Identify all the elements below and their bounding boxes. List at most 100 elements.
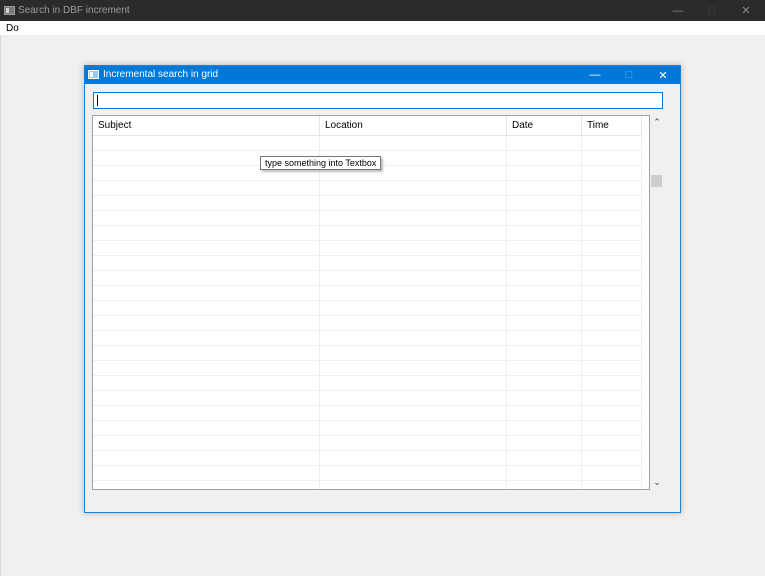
table-cell[interactable]: [93, 181, 320, 196]
table-cell[interactable]: [93, 241, 320, 256]
table-cell[interactable]: [507, 241, 582, 256]
table-cell[interactable]: [507, 136, 582, 151]
column-header-subject[interactable]: Subject: [93, 116, 320, 136]
table-cell[interactable]: [582, 211, 642, 226]
table-cell[interactable]: [320, 271, 507, 286]
table-row[interactable]: [93, 481, 642, 489]
table-cell[interactable]: [507, 391, 582, 406]
table-cell[interactable]: [320, 181, 507, 196]
table-row[interactable]: [93, 361, 642, 376]
table-cell[interactable]: [582, 481, 642, 489]
chevron-down-icon[interactable]: ⌄: [650, 475, 664, 489]
table-row[interactable]: [93, 376, 642, 391]
table-cell[interactable]: [582, 451, 642, 466]
table-cell[interactable]: [320, 211, 507, 226]
table-cell[interactable]: [93, 271, 320, 286]
table-cell[interactable]: [582, 136, 642, 151]
table-cell[interactable]: [507, 361, 582, 376]
table-cell[interactable]: [93, 286, 320, 301]
table-cell[interactable]: [582, 376, 642, 391]
table-cell[interactable]: [507, 196, 582, 211]
table-cell[interactable]: [507, 376, 582, 391]
menu-item-do[interactable]: Do: [6, 23, 19, 34]
table-cell[interactable]: [320, 196, 507, 211]
table-cell[interactable]: [507, 271, 582, 286]
grid-body[interactable]: [93, 136, 642, 489]
table-row[interactable]: [93, 316, 642, 331]
table-row[interactable]: [93, 451, 642, 466]
table-cell[interactable]: [320, 286, 507, 301]
table-cell[interactable]: [507, 331, 582, 346]
main-window-titlebar[interactable]: Search in DBF increment — □ ✕: [0, 0, 765, 21]
table-cell[interactable]: [507, 181, 582, 196]
table-cell[interactable]: [93, 391, 320, 406]
table-cell[interactable]: [507, 301, 582, 316]
table-cell[interactable]: [320, 241, 507, 256]
table-cell[interactable]: [93, 346, 320, 361]
table-cell[interactable]: [582, 391, 642, 406]
table-cell[interactable]: [320, 451, 507, 466]
table-cell[interactable]: [582, 346, 642, 361]
table-row[interactable]: [93, 436, 642, 451]
table-cell[interactable]: [507, 211, 582, 226]
table-cell[interactable]: [93, 256, 320, 271]
table-row[interactable]: [93, 196, 642, 211]
table-cell[interactable]: [93, 136, 320, 151]
table-cell[interactable]: [93, 406, 320, 421]
table-cell[interactable]: [507, 466, 582, 481]
table-cell[interactable]: [582, 436, 642, 451]
table-cell[interactable]: [320, 481, 507, 489]
table-row[interactable]: [93, 256, 642, 271]
table-row[interactable]: [93, 421, 642, 436]
table-cell[interactable]: [93, 226, 320, 241]
scrollbar-thumb[interactable]: [651, 175, 662, 187]
table-cell[interactable]: [582, 361, 642, 376]
table-cell[interactable]: [507, 151, 582, 166]
table-cell[interactable]: [507, 406, 582, 421]
table-row[interactable]: [93, 301, 642, 316]
table-cell[interactable]: [582, 181, 642, 196]
table-cell[interactable]: [507, 346, 582, 361]
maximize-button[interactable]: □: [695, 0, 729, 21]
dialog-titlebar[interactable]: Incremental search in grid — □ ✕: [85, 66, 680, 84]
table-cell[interactable]: [582, 241, 642, 256]
table-cell[interactable]: [507, 316, 582, 331]
column-header-location[interactable]: Location: [320, 116, 507, 136]
table-cell[interactable]: [93, 301, 320, 316]
close-button[interactable]: ✕: [729, 0, 763, 21]
results-grid[interactable]: Subject Location Date Time: [92, 115, 650, 490]
column-header-time[interactable]: Time: [582, 116, 642, 136]
table-row[interactable]: [93, 466, 642, 481]
minimize-button[interactable]: —: [661, 0, 695, 21]
table-cell[interactable]: [320, 226, 507, 241]
dialog-minimize-button[interactable]: —: [578, 66, 612, 84]
table-cell[interactable]: [507, 256, 582, 271]
table-row[interactable]: [93, 181, 642, 196]
table-row[interactable]: [93, 271, 642, 286]
table-cell[interactable]: [320, 406, 507, 421]
table-cell[interactable]: [507, 421, 582, 436]
table-cell[interactable]: [93, 316, 320, 331]
table-cell[interactable]: [93, 436, 320, 451]
table-cell[interactable]: [582, 316, 642, 331]
table-cell[interactable]: [582, 286, 642, 301]
table-cell[interactable]: [320, 331, 507, 346]
table-cell[interactable]: [582, 256, 642, 271]
table-cell[interactable]: [93, 466, 320, 481]
table-cell[interactable]: [320, 136, 507, 151]
table-cell[interactable]: [507, 481, 582, 489]
table-cell[interactable]: [582, 151, 642, 166]
table-cell[interactable]: [320, 391, 507, 406]
table-row[interactable]: [93, 226, 642, 241]
table-row[interactable]: [93, 406, 642, 421]
grid-vertical-scrollbar[interactable]: ⌃ ⌄: [650, 115, 664, 490]
table-row[interactable]: [93, 286, 642, 301]
dialog-close-button[interactable]: ✕: [646, 66, 680, 84]
table-cell[interactable]: [507, 436, 582, 451]
table-row[interactable]: [93, 241, 642, 256]
table-cell[interactable]: [93, 211, 320, 226]
table-cell[interactable]: [93, 196, 320, 211]
chevron-up-icon[interactable]: ⌃: [650, 115, 664, 129]
table-cell[interactable]: [582, 271, 642, 286]
table-cell[interactable]: [320, 376, 507, 391]
